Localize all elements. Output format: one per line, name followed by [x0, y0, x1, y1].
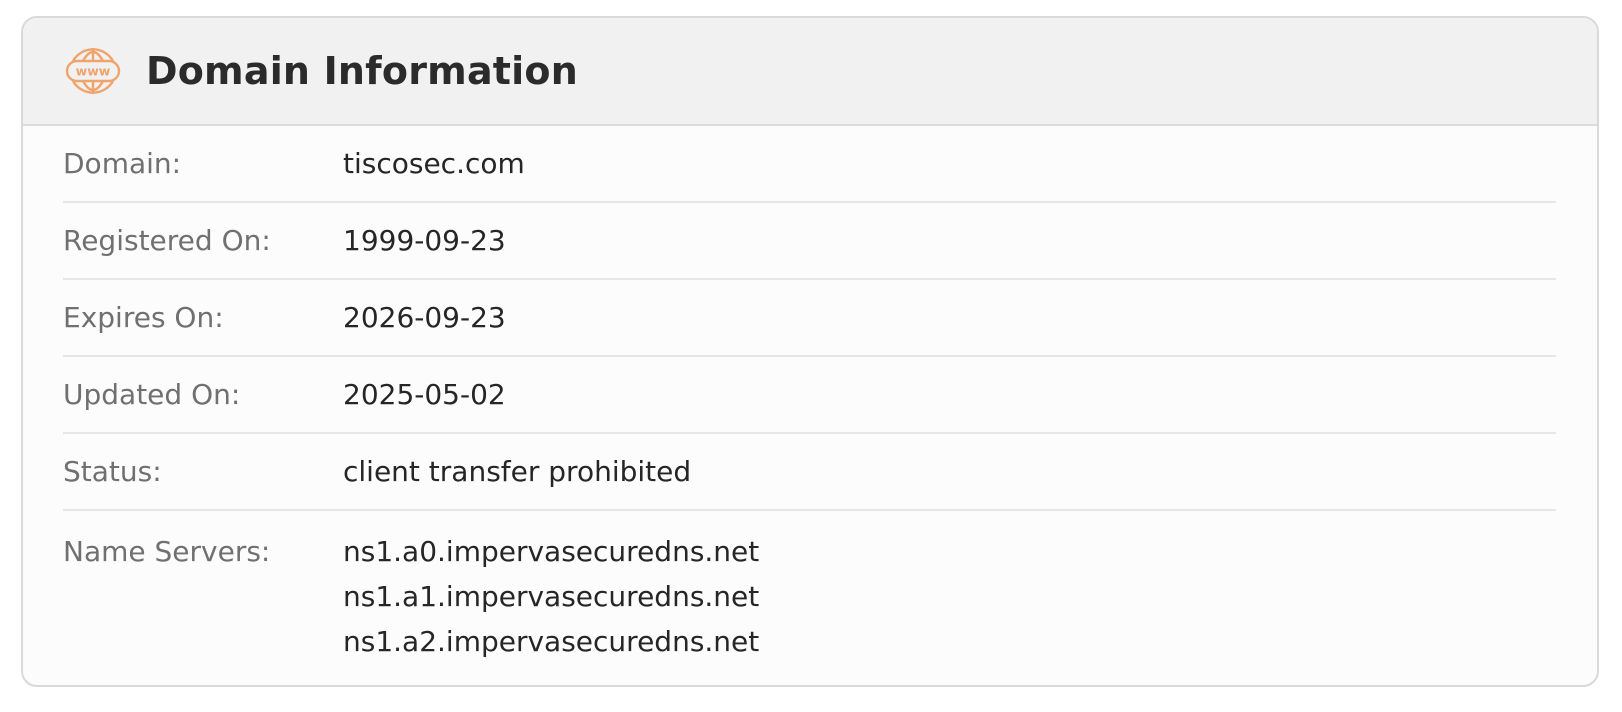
card-title: Domain Information: [146, 49, 578, 93]
row-domain: Domain: tiscosec.com: [63, 126, 1556, 203]
name-servers-label: Name Servers:: [63, 535, 271, 568]
row-updated-on: Updated On: 2025-05-02: [63, 357, 1556, 434]
status-label: Status:: [63, 455, 162, 488]
row-name-servers: Name Servers: ns1.a0.impervasecuredns.ne…: [63, 511, 1556, 664]
updated-on-value: 2025-05-02: [343, 378, 506, 411]
card-header: www Domain Information: [23, 18, 1597, 126]
expires-on-label: Expires On:: [63, 301, 224, 334]
www-icon-text: www: [76, 64, 111, 79]
registered-on-label: Registered On:: [63, 224, 271, 257]
row-expires-on: Expires On: 2026-09-23: [63, 280, 1556, 357]
domain-value: tiscosec.com: [343, 147, 525, 180]
status-value: client transfer prohibited: [343, 455, 692, 488]
expires-on-value: 2026-09-23: [343, 301, 506, 334]
updated-on-label: Updated On:: [63, 378, 241, 411]
www-globe-icon: www: [65, 48, 121, 94]
row-registered-on: Registered On: 1999-09-23: [63, 203, 1556, 280]
registered-on-value: 1999-09-23: [343, 224, 506, 257]
domain-information-card: www Domain Information Domain: tiscosec.…: [21, 16, 1599, 687]
domain-info-table: Domain: tiscosec.com Registered On: 1999…: [23, 126, 1597, 664]
row-status: Status: client transfer prohibited: [63, 434, 1556, 511]
name-servers-list: ns1.a0.impervasecuredns.net ns1.a1.imper…: [343, 529, 759, 664]
name-server-item: ns1.a0.impervasecuredns.net: [343, 535, 760, 568]
domain-label: Domain:: [63, 147, 182, 180]
name-server-item: ns1.a2.impervasecuredns.net: [343, 625, 760, 658]
name-server-item: ns1.a1.impervasecuredns.net: [343, 580, 760, 613]
